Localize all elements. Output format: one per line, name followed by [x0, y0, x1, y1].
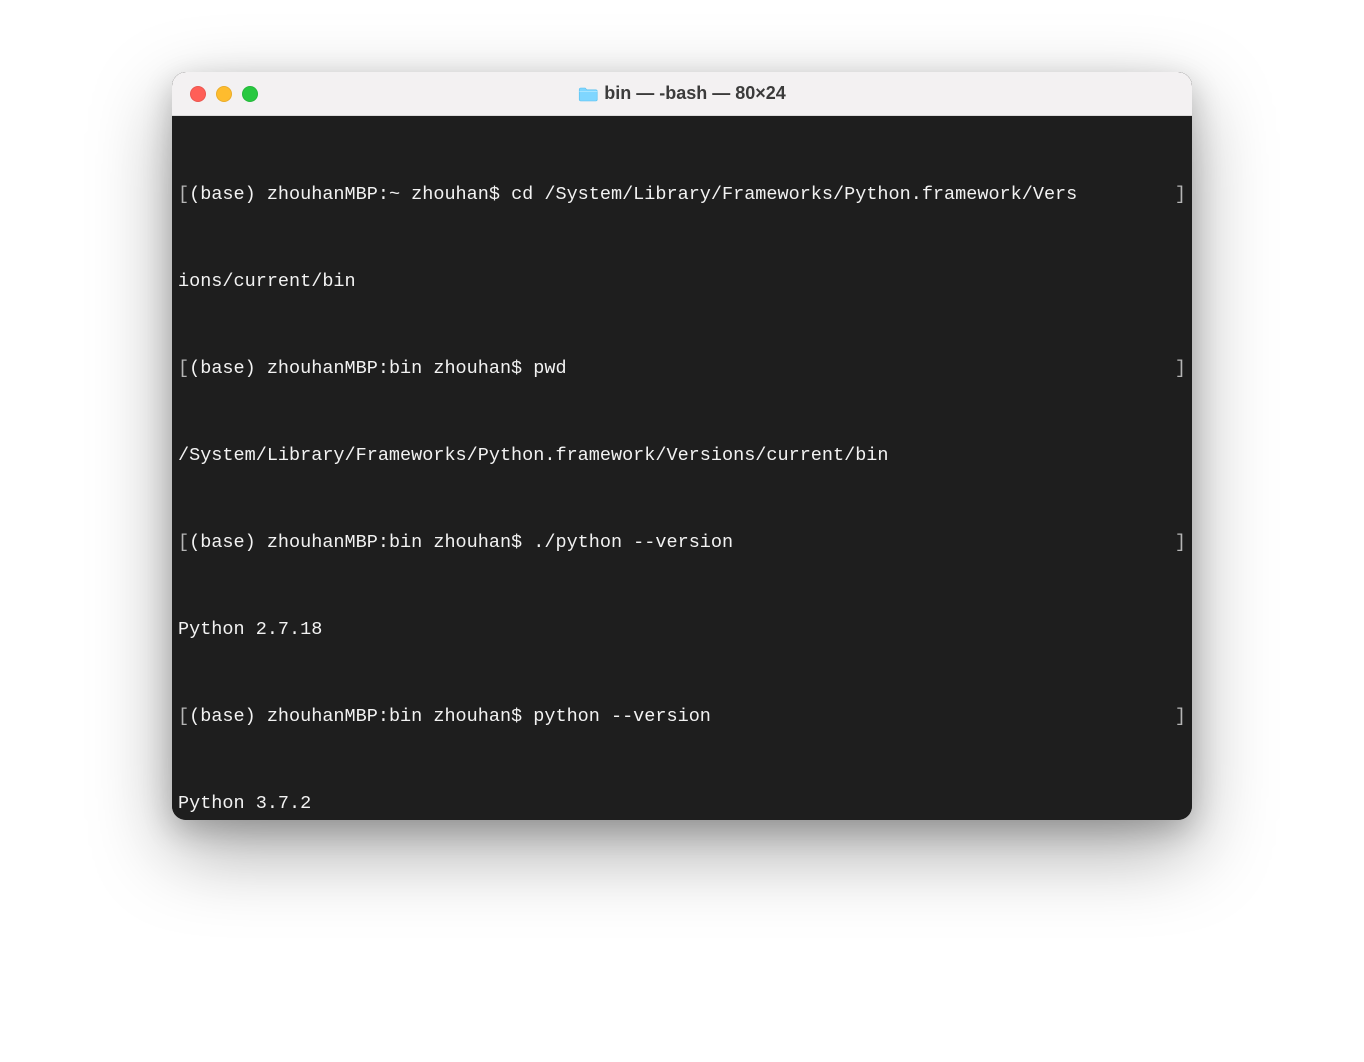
prompt: (base) zhouhanMBP:bin zhouhan$ [189, 532, 533, 553]
bracket-close: ] [1175, 354, 1186, 383]
command-text: ./python --version [533, 532, 733, 553]
terminal-body[interactable]: [(base) zhouhanMBP:~ zhouhan$ cd /System… [172, 116, 1192, 820]
bracket-close: ] [1175, 702, 1186, 731]
window-title-text: bin — -bash — 80×24 [604, 83, 786, 104]
bracket-open: [ [178, 706, 189, 727]
command-text: cd /System/Library/Frameworks/Python.fra… [511, 184, 1077, 205]
title-bar[interactable]: bin — -bash — 80×24 [172, 72, 1192, 116]
output-text: Python 2.7.18 [178, 619, 322, 640]
bracket-open: [ [178, 184, 189, 205]
minimize-icon[interactable] [216, 86, 232, 102]
prompt: (base) zhouhanMBP:bin zhouhan$ [189, 358, 533, 379]
traffic-lights [190, 86, 258, 102]
command-continuation: ions/current/bin [178, 271, 356, 292]
bracket-open: [ [178, 532, 189, 553]
output-text: /System/Library/Frameworks/Python.framew… [178, 445, 889, 466]
output-text: Python 3.7.2 [178, 793, 311, 814]
command-text: python --version [533, 706, 711, 727]
bracket-open: [ [178, 358, 189, 379]
command-text: pwd [533, 358, 566, 379]
bracket-close: ] [1175, 180, 1186, 209]
prompt: (base) zhouhanMBP:bin zhouhan$ [189, 706, 533, 727]
close-icon[interactable] [190, 86, 206, 102]
maximize-icon[interactable] [242, 86, 258, 102]
bracket-close: ] [1175, 528, 1186, 557]
folder-icon [578, 86, 598, 102]
window-title: bin — -bash — 80×24 [578, 83, 786, 104]
terminal-window: bin — -bash — 80×24 [(base) zhouhanMBP:~… [172, 72, 1192, 820]
prompt: (base) zhouhanMBP:~ zhouhan$ [189, 184, 511, 205]
